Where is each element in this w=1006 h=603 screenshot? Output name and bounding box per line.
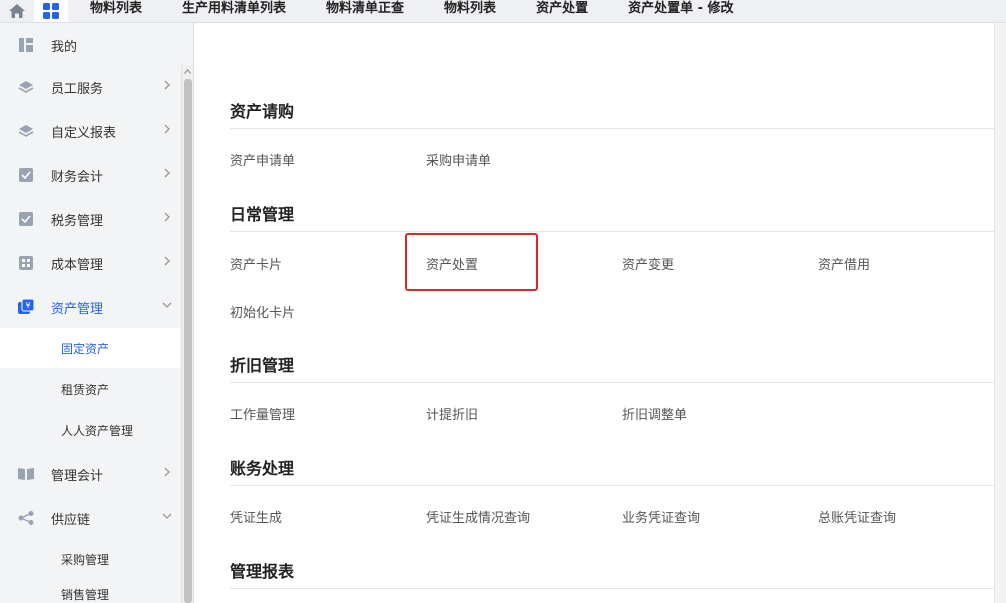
chevron-down-icon (162, 511, 172, 521)
chevron-right-icon (162, 80, 172, 90)
tab-production-bom-list[interactable]: 生产用料清单列表 (162, 0, 306, 22)
sidebar-scrollbar[interactable] (181, 65, 193, 603)
sidebar-item-label: 管理会计 (51, 468, 104, 484)
section-title-management-reports: 管理报表 (230, 562, 295, 581)
link-ledger-voucher-query[interactable]: 总账凭证查询 (818, 507, 896, 526)
tab-bom-forward-query[interactable]: 物料清单正查 (306, 0, 424, 22)
section-title-depreciation: 折旧管理 (230, 356, 295, 375)
home-icon[interactable] (0, 0, 34, 22)
layers-icon (18, 123, 34, 139)
link-purchase-request[interactable]: 采购申请单 (426, 150, 491, 169)
sidebar-item-tax-management[interactable]: 税务管理 (0, 197, 180, 241)
tab-asset-disposal-edit[interactable]: 资产处置单 - 修改 (608, 0, 753, 22)
dashboard-icon (18, 37, 34, 53)
sidebar-item-label: 我的 (51, 39, 78, 55)
section-divider (230, 231, 994, 232)
section-divider (230, 382, 994, 383)
svg-text:¥: ¥ (25, 301, 30, 310)
chevron-right-icon (162, 212, 172, 222)
sidebar-subitem-fixed-assets[interactable]: 固定资产 (0, 328, 180, 368)
sidebar-item-mine[interactable]: 我的 (0, 23, 180, 67)
link-asset-change[interactable]: 资产变更 (622, 254, 674, 273)
main-content: 资产请购 资产申请单 采购申请单 日常管理 资产卡片 资产处置 资产变更 资产借… (194, 23, 994, 603)
checklist-icon (18, 167, 34, 183)
link-depreciation-adjust[interactable]: 折旧调整单 (622, 404, 687, 423)
link-voucher-status-query[interactable]: 凭证生成情况查询 (426, 507, 530, 526)
chevron-right-icon (162, 124, 172, 134)
scroll-up-arrow-icon[interactable] (182, 65, 193, 77)
chevron-down-icon (162, 300, 172, 310)
link-asset-application[interactable]: 资产申请单 (230, 150, 295, 169)
section-title-accounting: 账务处理 (230, 459, 295, 478)
link-accrue-depreciation[interactable]: 计提折旧 (426, 404, 478, 423)
link-business-voucher-query[interactable]: 业务凭证查询 (622, 507, 700, 526)
yen-asset-icon: ¥ (18, 299, 34, 315)
sidebar-item-cost-management[interactable]: 成本管理 (0, 241, 180, 285)
section-divider (230, 485, 994, 486)
red-highlight-box (405, 233, 538, 291)
tab-material-list-2[interactable]: 物料列表 (424, 0, 516, 22)
sidebar-subitem-sales-management[interactable]: 销售管理 (0, 580, 180, 603)
sidebar-subitem-purchase-management[interactable]: 采购管理 (0, 539, 180, 579)
sidebar-item-custom-reports[interactable]: 自定义报表 (0, 109, 180, 153)
section-title-asset-request: 资产请购 (230, 102, 295, 121)
section-title-daily-management: 日常管理 (230, 205, 295, 224)
share-icon (18, 510, 34, 526)
tab-asset-disposal[interactable]: 资产处置 (516, 0, 608, 22)
sidebar-item-label: 员工服务 (51, 81, 104, 97)
link-asset-borrow[interactable]: 资产借用 (818, 254, 870, 273)
link-asset-card[interactable]: 资产卡片 (230, 254, 282, 273)
sidebar-subitem-people-assets[interactable]: 人人资产管理 (0, 410, 180, 450)
book-icon (18, 466, 34, 482)
link-workload-management[interactable]: 工作量管理 (230, 404, 295, 423)
sidebar-item-supply-chain[interactable]: 供应链 (0, 496, 180, 540)
sidebar-item-management-accounting[interactable]: 管理会计 (0, 452, 180, 496)
grid-icon (18, 255, 34, 271)
checklist-icon (18, 211, 34, 227)
apps-grid-icon[interactable] (34, 0, 68, 22)
link-init-card[interactable]: 初始化卡片 (230, 302, 295, 321)
sidebar-item-employee-services[interactable]: 员工服务 (0, 65, 180, 109)
chevron-right-icon (162, 168, 172, 178)
layers-icon (18, 79, 34, 95)
sidebar-item-label: 成本管理 (51, 257, 104, 273)
sidebar-item-label: 财务会计 (51, 169, 104, 185)
sidebar: 我的 员工服务 自定义报表 财务会计 税务管理 成本管理 ¥ 资产管理 固定资产… (0, 23, 194, 603)
section-divider (230, 128, 994, 129)
top-tab-bar: 物料列表 生产用料清单列表 物料清单正查 物料列表 资产处置 资产处置单 - 修… (0, 0, 1006, 23)
sidebar-item-financial-accounting[interactable]: 财务会计 (0, 153, 180, 197)
sidebar-item-label: 税务管理 (51, 213, 104, 229)
section-divider (230, 588, 994, 589)
tab-material-list[interactable]: 物料列表 (68, 0, 162, 22)
chevron-right-icon (162, 256, 172, 266)
link-voucher-generate[interactable]: 凭证生成 (230, 507, 282, 526)
main-scrollbar[interactable] (994, 23, 1006, 603)
sidebar-item-label: 资产管理 (51, 301, 104, 317)
sidebar-item-asset-management[interactable]: ¥ 资产管理 (0, 285, 180, 329)
sidebar-scroll-thumb[interactable] (184, 79, 192, 603)
sidebar-item-label: 供应链 (51, 512, 91, 528)
sidebar-subitem-leased-assets[interactable]: 租赁资产 (0, 369, 180, 409)
sidebar-item-label: 自定义报表 (51, 125, 117, 141)
chevron-right-icon (162, 467, 172, 477)
